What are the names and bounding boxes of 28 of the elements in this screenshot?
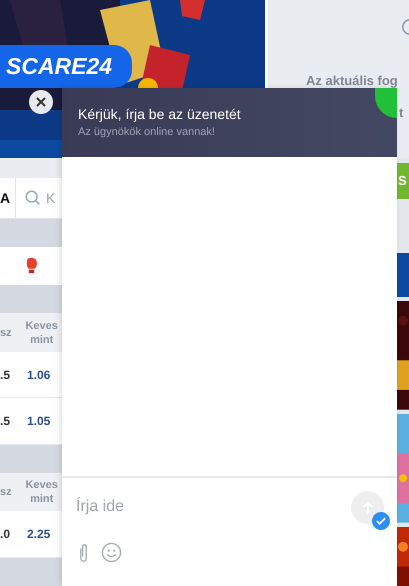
- section-bar: [0, 158, 62, 178]
- table-cell-text: .5: [0, 368, 12, 382]
- column-header: sz: [0, 326, 13, 340]
- odds-button[interactable]: 2.25: [19, 527, 62, 542]
- paperclip-icon[interactable]: [78, 542, 89, 562]
- boxing-glove-icon: [24, 257, 39, 276]
- check-badge-icon: [372, 512, 390, 530]
- promo-code: SCARE24: [0, 45, 132, 88]
- section-bar: [0, 219, 62, 248]
- table-cell-text: .5: [0, 414, 12, 428]
- section-bar: [0, 445, 62, 474]
- column-header: Keves mint: [24, 478, 59, 506]
- tab[interactable]: A: [0, 178, 16, 218]
- column-header: sz: [0, 485, 13, 500]
- chat-status: Az ügynökök online vannak!: [78, 126, 216, 138]
- info-text: Az aktuális fog: [306, 73, 398, 88]
- section-bar: [0, 285, 62, 314]
- odds-button[interactable]: 1.06: [19, 368, 62, 382]
- chat-title: Kérjük, írja be az üzenetét: [78, 106, 242, 122]
- info-text: t: [399, 105, 404, 120]
- section-bar: [397, 252, 409, 298]
- table-cell-text: .0: [0, 527, 12, 542]
- online-indicator: [375, 88, 397, 118]
- column-header: Keves mint: [24, 318, 59, 347]
- section-bar: [0, 558, 62, 586]
- emoji-icon[interactable]: [101, 542, 122, 563]
- search-icon: [24, 189, 42, 208]
- odds-button[interactable]: 1.05: [19, 414, 62, 428]
